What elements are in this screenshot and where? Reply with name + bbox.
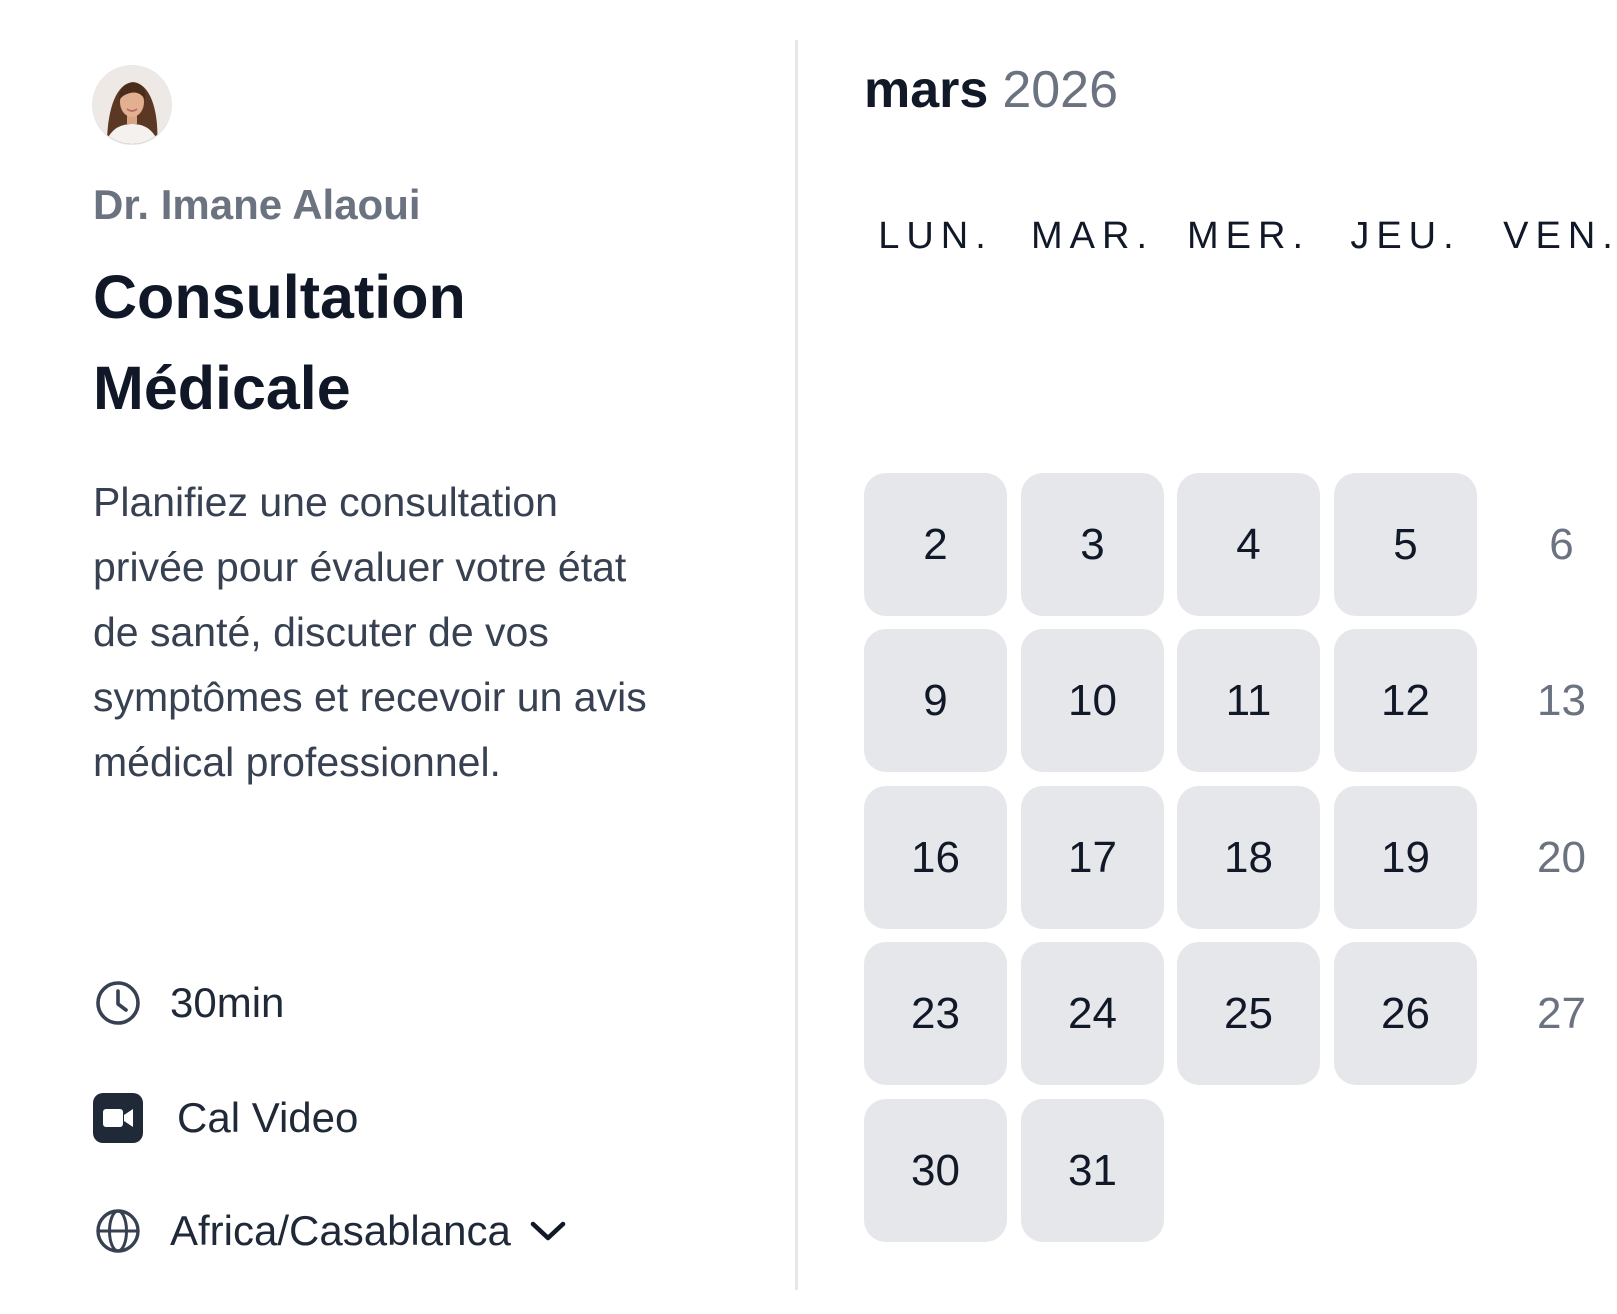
calendar-day-available[interactable]: 3 bbox=[1021, 473, 1164, 616]
year-label: 2026 bbox=[1002, 61, 1118, 119]
calendar-day-available[interactable]: 12 bbox=[1334, 629, 1477, 772]
calendar-day-available[interactable]: 4 bbox=[1177, 473, 1320, 616]
calendar-day-available[interactable]: 9 bbox=[864, 629, 1007, 772]
event-title: Consultation Médicale bbox=[93, 252, 733, 434]
calendar-day-unavailable: 13 bbox=[1537, 675, 1586, 725]
calendar-day-available[interactable]: 23 bbox=[864, 942, 1007, 1085]
event-description: Planifiez une consultation privée pour é… bbox=[93, 479, 647, 786]
timezone-selector[interactable]: Africa/Casablanca bbox=[93, 1206, 567, 1256]
calendar-day-available[interactable]: 16 bbox=[864, 786, 1007, 929]
chevron-down-icon[interactable] bbox=[529, 1219, 567, 1243]
event-title-line-2: Médicale bbox=[93, 354, 351, 423]
calendar-day-available[interactable]: 10 bbox=[1021, 629, 1164, 772]
weekday-label: LUN. bbox=[878, 215, 993, 257]
calendar-day-available[interactable]: 24 bbox=[1021, 942, 1164, 1085]
calendar-day-available[interactable]: 30 bbox=[864, 1099, 1007, 1242]
weekday-label: MAR. bbox=[1031, 215, 1154, 257]
clock-icon bbox=[93, 978, 143, 1028]
location-row: Cal Video bbox=[93, 1093, 358, 1143]
event-title-line-1: Consultation bbox=[93, 263, 466, 332]
month-name: mars bbox=[864, 61, 989, 119]
host-avatar bbox=[93, 66, 171, 144]
weekday-label: VEN. bbox=[1503, 215, 1617, 257]
timezone-label: Africa/Casablanca bbox=[170, 1207, 511, 1254]
month-header: mars 2026 bbox=[864, 55, 1118, 125]
calendar-day-available[interactable]: 25 bbox=[1177, 942, 1320, 1085]
calendar-day-unavailable: 6 bbox=[1549, 519, 1574, 569]
duration-label: 30min bbox=[170, 979, 285, 1026]
location-label: Cal Video bbox=[177, 1094, 359, 1141]
calendar-day-available[interactable]: 11 bbox=[1177, 629, 1320, 772]
calendar-day-available[interactable]: 2 bbox=[864, 473, 1007, 616]
calendar-day-unavailable: 27 bbox=[1537, 988, 1586, 1038]
weekday-label: MER. bbox=[1187, 215, 1310, 257]
host-name: Dr. Imane Alaoui bbox=[93, 181, 421, 228]
weekday-label: JEU. bbox=[1350, 215, 1461, 257]
calendar-day-available[interactable]: 17 bbox=[1021, 786, 1164, 929]
calendar-day-available[interactable]: 26 bbox=[1334, 942, 1477, 1085]
calendar-day-available[interactable]: 5 bbox=[1334, 473, 1477, 616]
panel-divider bbox=[795, 40, 798, 1290]
globe-icon bbox=[93, 1206, 143, 1256]
doctor-portrait-avatar-icon bbox=[93, 66, 171, 144]
video-camera-icon bbox=[93, 1093, 143, 1143]
calendar-day-available[interactable]: 31 bbox=[1021, 1099, 1164, 1242]
calendar-day-available[interactable]: 18 bbox=[1177, 786, 1320, 929]
calendar-day-available[interactable]: 19 bbox=[1334, 786, 1477, 929]
event-info-panel: Dr. Imane Alaoui Consultation Médicale P… bbox=[93, 66, 733, 1254]
calendar-day-unavailable: 20 bbox=[1537, 832, 1586, 882]
duration-row: 30min bbox=[93, 978, 284, 1028]
booking-page: Dr. Imane Alaoui Consultation Médicale P… bbox=[0, 0, 1617, 1314]
